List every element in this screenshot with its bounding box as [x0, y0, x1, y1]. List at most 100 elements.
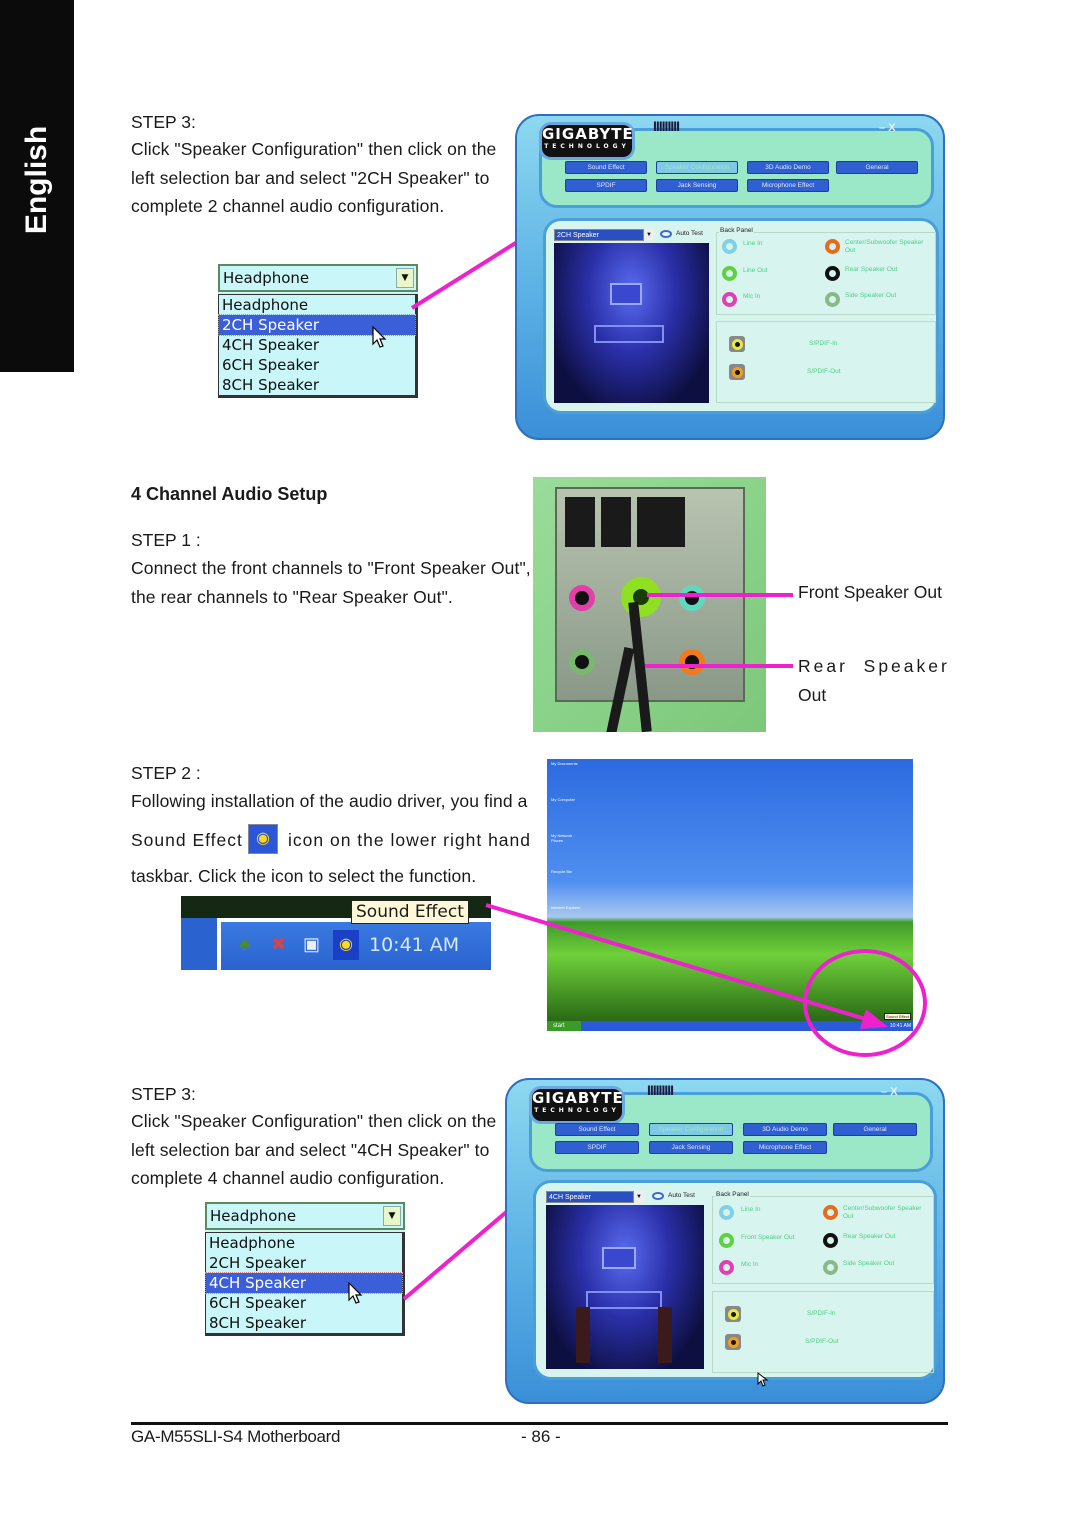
auto-test-radio[interactable]	[652, 1192, 664, 1200]
spdif-label: S/PDIF-Out	[807, 368, 841, 375]
tab-spdif[interactable]: SPDIF	[565, 179, 647, 192]
desktop-icon[interactable]: My Network Places	[551, 833, 581, 869]
dropdown-current[interactable]: Headphone ▼	[218, 264, 418, 292]
minimize-button[interactable]: –	[879, 122, 885, 134]
rear-speaker-callout: Rear Speaker	[798, 656, 950, 676]
tab-jack-sensing[interactable]: Jack Sensing	[649, 1141, 733, 1154]
scene-tv	[602, 1247, 636, 1269]
dropdown-option-selected[interactable]: 4CH Speaker	[205, 1272, 403, 1294]
step3-2ch-instructions: Click "Speaker Configuration" then click…	[131, 135, 511, 221]
spdif-box: S/PDIF-In S/PDIF-Out	[716, 321, 936, 403]
window-body: 2CH Speaker ▼ Auto Test Back Panel Line …	[543, 218, 939, 414]
tray-sound-effect-icon[interactable]: ◉	[333, 930, 359, 960]
tab-sound-effect[interactable]: Sound Effect	[565, 161, 647, 174]
step3-2ch-label: STEP 3:	[131, 112, 196, 132]
close-button[interactable]: X	[888, 122, 895, 134]
spdif-out-jack-icon[interactable]	[725, 1334, 741, 1350]
tab-general[interactable]: General	[833, 1123, 917, 1136]
tab-microphone-effect[interactable]: Microphone Effect	[743, 1141, 827, 1154]
rear-callout-line	[645, 664, 793, 668]
jack-label: Front Speaker Out	[741, 1234, 795, 1241]
tab-microphone-effect[interactable]: Microphone Effect	[747, 179, 829, 192]
line-in-jack-icon[interactable]	[722, 239, 737, 254]
scene-rear-speaker	[576, 1307, 590, 1363]
spdif-in-jack-icon[interactable]	[725, 1306, 741, 1322]
mic-in-jack-icon[interactable]	[719, 1260, 734, 1275]
dropdown-current[interactable]: Headphone ▼	[205, 1202, 405, 1230]
close-button[interactable]: X	[890, 1086, 897, 1098]
spdif-out-jack-icon[interactable]	[729, 364, 745, 380]
dropdown-option[interactable]: 8CH Speaker	[206, 1313, 402, 1333]
jack-label: Center/Subwoofer Speaker Out	[845, 239, 924, 254]
back-panel-photo	[533, 477, 766, 732]
taskbar-crop: ♣ ✖ ▣ ◉ 10:41 AM Sound Effect	[181, 896, 491, 974]
rear-speaker-jack-icon[interactable]	[825, 266, 840, 281]
tab-speaker-configuration[interactable]: Speaker Configuration	[649, 1123, 733, 1136]
dropdown-options: Headphone 2CH Speaker 4CH Speaker 6CH Sp…	[205, 1232, 405, 1336]
tab-3d-audio-demo[interactable]: 3D Audio Demo	[747, 161, 829, 174]
step1-label: STEP 1 :	[131, 530, 201, 550]
mouse-cursor-icon	[372, 326, 387, 348]
language-label: English	[20, 125, 53, 235]
brand-name: GIGABYTE	[532, 1089, 624, 1107]
speaker-scene-image	[554, 243, 709, 403]
gigabyte-logo: GIGABYTE TECHNOLOGY	[529, 1086, 625, 1124]
sound-effect-tooltip: Sound Effect	[351, 900, 469, 924]
side-speaker-jack-icon[interactable]	[823, 1260, 838, 1275]
center-subwoofer-jack-icon[interactable]	[823, 1205, 838, 1220]
line-in-jack-icon[interactable]	[719, 1205, 734, 1220]
tab-speaker-configuration[interactable]: Speaker Configuration	[656, 161, 738, 174]
dropdown-option[interactable]: 8CH Speaker	[219, 375, 415, 395]
taskbar-left	[181, 918, 217, 970]
jack-label: Line Out	[743, 267, 768, 274]
auto-test-radio[interactable]	[660, 230, 672, 238]
tray-messenger-icon[interactable]: ✖	[271, 934, 286, 955]
chevron-down-icon[interactable]: ▼	[383, 1206, 401, 1226]
speaker-dropdown-4ch[interactable]: Headphone ▼ Headphone 2CH Speaker 4CH Sp…	[205, 1202, 405, 1336]
minimize-button[interactable]: –	[881, 1086, 887, 1098]
front-callout-line	[647, 593, 793, 597]
front-speaker-plug-icon	[621, 577, 661, 617]
dropdown-option[interactable]: 2CH Speaker	[206, 1253, 402, 1273]
tab-general[interactable]: General	[836, 161, 918, 174]
dropdown-option[interactable]: Headphone	[219, 295, 415, 315]
mic-in-jack-icon[interactable]	[722, 292, 737, 307]
tray-clock: 10:41 AM	[369, 934, 460, 956]
spdif-in-jack-icon[interactable]	[729, 336, 745, 352]
tab-jack-sensing[interactable]: Jack Sensing	[656, 179, 738, 192]
scene-tv	[610, 283, 642, 305]
dropdown-option[interactable]: Headphone	[206, 1233, 402, 1253]
chevron-down-icon[interactable]: ▼	[634, 1191, 644, 1203]
dropdown-option[interactable]: 6CH Speaker	[206, 1293, 402, 1313]
speaker-select[interactable]: 2CH Speaker	[554, 229, 644, 241]
window-controls: – X	[879, 122, 896, 134]
footer-rule	[131, 1422, 948, 1425]
sound-effect-icon[interactable]: ◉	[248, 824, 278, 854]
desktop-icon[interactable]: My Computer	[551, 797, 581, 833]
instruction-line: Click "Speaker Configuration" then click…	[131, 1111, 497, 1131]
center-subwoofer-jack-icon[interactable]	[825, 239, 840, 254]
rear-speaker-jack-icon[interactable]	[823, 1233, 838, 1248]
tab-sound-effect[interactable]: Sound Effect	[555, 1123, 639, 1136]
chevron-down-icon[interactable]: ▼	[644, 229, 654, 241]
tab-3d-audio-demo[interactable]: 3D Audio Demo	[743, 1123, 827, 1136]
line-in-jack-icon	[679, 585, 705, 611]
speaker-dropdown-2ch[interactable]: Headphone ▼ Headphone 2CH Speaker 4CH Sp…	[218, 264, 418, 398]
dropdown-option[interactable]: 6CH Speaker	[219, 355, 415, 375]
gigabyte-logo: GIGABYTE TECHNOLOGY	[539, 122, 635, 160]
volume-ticks: IIIIIIIII	[647, 1082, 674, 1098]
step1-instructions: Connect the front channels to "Front Spe…	[131, 554, 536, 611]
desktop-icon[interactable]: My Documents	[551, 761, 581, 797]
front-speaker-callout: Front Speaker Out	[798, 582, 942, 602]
front-speaker-jack-icon[interactable]	[719, 1233, 734, 1248]
speaker-select[interactable]: 4CH Speaker	[546, 1191, 634, 1203]
back-panel-box: Back Panel Line In Center/Subwoofer Spea…	[716, 227, 936, 315]
instruction-line: the rear channels to "Rear Speaker Out".	[131, 586, 453, 607]
side-speaker-jack-icon[interactable]	[825, 292, 840, 307]
tab-spdif[interactable]: SPDIF	[555, 1141, 639, 1154]
spdif-box: S/PDIF-In S/PDIF-Out	[712, 1291, 934, 1373]
line-out-jack-icon[interactable]	[722, 266, 737, 281]
window-body: 4CH Speaker ▼ Auto Test Back Panel Line …	[533, 1180, 937, 1380]
tray-display-icon[interactable]: ▣	[303, 934, 320, 955]
tray-network-icon[interactable]: ♣	[239, 934, 251, 955]
